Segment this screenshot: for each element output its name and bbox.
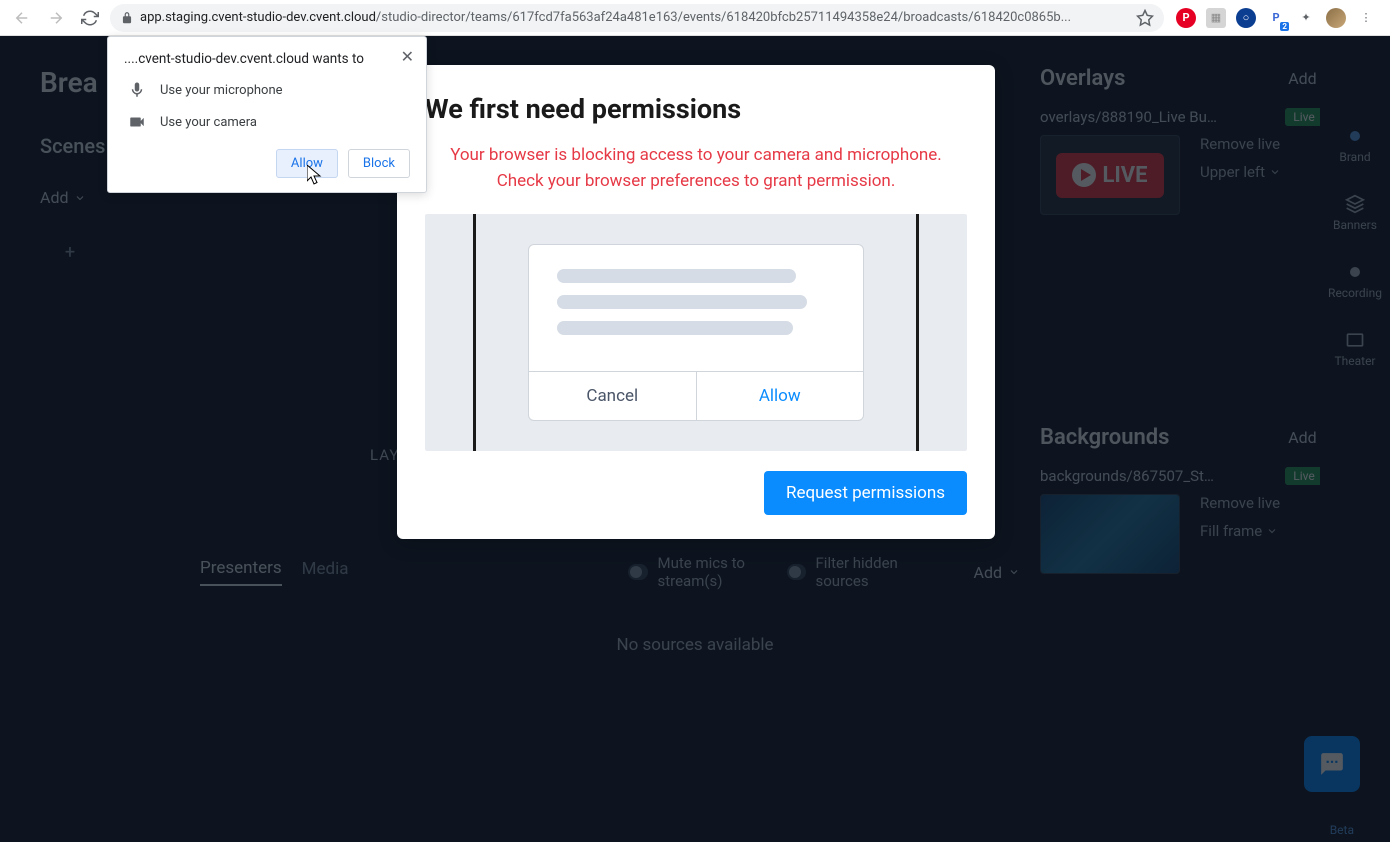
url-text: app.staging.cvent-studio-dev.cvent.cloud… — [140, 10, 1130, 25]
microphone-icon — [128, 81, 146, 99]
request-permissions-button[interactable]: Request permissions — [764, 471, 967, 515]
permission-illustration: Cancel Allow — [425, 214, 967, 451]
permissions-modal: We first need permissions Your browser i… — [397, 65, 995, 539]
modal-title: We first need permissions — [425, 93, 967, 125]
allow-button[interactable]: Allow — [276, 149, 338, 178]
prompt-mic-text: Use your microphone — [160, 83, 283, 98]
illustration-dialog: Cancel Allow — [528, 244, 864, 421]
lock-icon — [120, 11, 134, 25]
camera-icon — [128, 113, 146, 131]
extension-icon-2[interactable]: ▦ — [1206, 8, 1226, 28]
extension-icon-3[interactable]: ○ — [1236, 8, 1256, 28]
prompt-camera-row: Use your camera — [124, 113, 410, 131]
address-bar[interactable]: app.staging.cvent-studio-dev.cvent.cloud… — [110, 4, 1164, 32]
back-button[interactable] — [8, 4, 36, 32]
pinterest-icon[interactable]: P — [1176, 8, 1196, 28]
prompt-microphone-row: Use your microphone — [124, 81, 410, 99]
extension-icon-4[interactable]: P2 — [1266, 8, 1286, 28]
modal-error-text: Your browser is blocking access to your … — [425, 143, 967, 194]
browser-permission-prompt: ✕ ....cvent-studio-dev.cvent.cloud wants… — [107, 36, 427, 193]
browser-toolbar: app.staging.cvent-studio-dev.cvent.cloud… — [0, 0, 1390, 36]
prompt-cam-text: Use your camera — [160, 115, 257, 130]
profile-avatar[interactable] — [1326, 8, 1346, 28]
block-button[interactable]: Block — [348, 149, 410, 178]
extension-icons: P ▦ ○ P2 ✦ ⋮ — [1170, 8, 1382, 28]
illustration-allow: Allow — [697, 372, 864, 420]
prompt-title: ....cvent-studio-dev.cvent.cloud wants t… — [124, 51, 410, 67]
kebab-menu-icon[interactable]: ⋮ — [1356, 8, 1376, 28]
forward-button[interactable] — [42, 4, 70, 32]
reload-button[interactable] — [76, 4, 104, 32]
close-icon[interactable]: ✕ — [401, 47, 414, 66]
extensions-puzzle-icon[interactable]: ✦ — [1296, 8, 1316, 28]
star-icon[interactable] — [1136, 9, 1154, 27]
illustration-cancel: Cancel — [529, 372, 697, 420]
